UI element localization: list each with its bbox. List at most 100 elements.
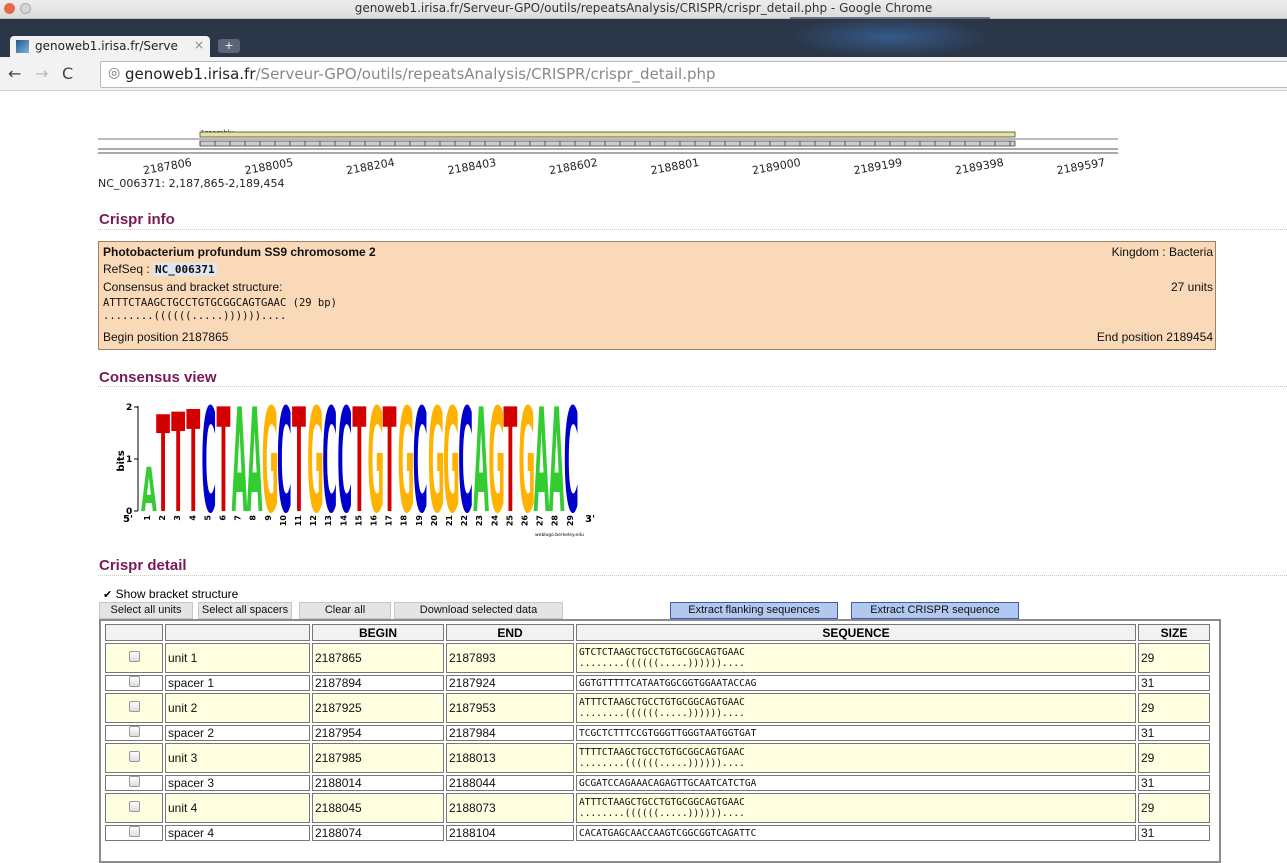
tab-strip: genoweb1.irisa.fr/Serve × + xyxy=(0,17,1287,57)
row-sequence: ATTTCTAAGCTGCCTGTGCGGCAGTGAAC xyxy=(579,797,745,808)
row-size: 29 xyxy=(1138,693,1210,723)
crispr-info-heading: Crispr info xyxy=(99,211,175,228)
refseq-link[interactable]: NC_006371 xyxy=(153,263,217,276)
tab-close-icon[interactable]: × xyxy=(194,38,204,52)
logo-position-label: 18 xyxy=(400,515,409,527)
row-sequence: GGTGTTTTTCATAATGGCGGTGGAATACCAG xyxy=(579,677,757,689)
logo-position-label: 11 xyxy=(294,515,303,527)
row-name: unit 1 xyxy=(165,643,310,673)
ruler-tick-group: 2187806 2188005 2188204 2188403 2188602 21888… xyxy=(142,156,1106,177)
clear-all-button[interactable]: Clear all xyxy=(299,602,391,619)
table-row[interactable]: unit 3 2187985 2188013 TTTTCTAAGCTGCCTGTGCG… xyxy=(105,743,1210,773)
logo-position-label: 29 xyxy=(566,515,575,527)
new-tab-button[interactable]: + xyxy=(218,39,240,53)
logo-position-label: 10 xyxy=(279,515,288,527)
select-all-spacers-button[interactable]: Select all spacers xyxy=(198,602,292,619)
logo-position-label: 7 xyxy=(234,515,243,521)
refseq-row: RefSeq : NC_006371 xyxy=(103,262,217,276)
kingdom-label: Kingdom : Bacteria xyxy=(1111,245,1213,259)
row-end: 2187893 xyxy=(446,643,574,673)
reload-icon[interactable]: C xyxy=(62,64,73,83)
crispr-detail-table: BEGIN END SEQUENCE SIZE unit 1 2187865 218… xyxy=(103,622,1212,843)
table-row[interactable]: spacer 4 2188074 2188104 CACATGAGCAACCAAGTC… xyxy=(105,825,1210,841)
table-row[interactable]: spacer 3 2188014 2188044 GCGATCCAGAAACAGAGT… xyxy=(105,775,1210,791)
ruler-tick-label: 2188602 xyxy=(548,156,599,177)
row-size: 31 xyxy=(1138,725,1210,741)
page-info-icon[interactable]: ◎ xyxy=(108,65,120,81)
row-checkbox[interactable] xyxy=(128,651,140,662)
row-bracket: ........((((((.....)))))).... xyxy=(579,808,745,819)
ruler-tick-label: 2189000 xyxy=(751,156,802,177)
plus-icon: + xyxy=(224,39,234,52)
header-end: END xyxy=(446,624,574,641)
tabstrip-decoration xyxy=(790,17,990,57)
row-bracket: ........((((((.....)))))).... xyxy=(579,658,745,669)
begin-position: Begin position 2187865 xyxy=(103,330,229,344)
row-name: unit 4 xyxy=(165,793,310,823)
header-begin: BEGIN xyxy=(312,624,444,641)
extract-crispr-button[interactable]: Extract CRISPR sequence xyxy=(851,602,1019,619)
header-select xyxy=(105,624,163,641)
consensus-view-heading: Consensus view xyxy=(99,369,217,386)
table-row[interactable]: spacer 2 2187954 2187984 TCGCTCTTTCCGTGGGTT… xyxy=(105,725,1210,741)
logo-position-label: 12 xyxy=(309,515,318,526)
select-all-units-button[interactable]: Select all units xyxy=(99,602,193,619)
logo-position-label: 27 xyxy=(536,515,545,526)
logo-position-label: 21 xyxy=(445,515,454,527)
crispr-info-box: Photobacterium profundum SS9 chromosome … xyxy=(98,241,1216,350)
logo-position-label: 19 xyxy=(415,515,424,527)
row-sequence-cell: GTCTCTAAGCTGCCTGTGCGGCAGTGAAC ........(((… xyxy=(576,643,1136,673)
back-icon[interactable]: ← xyxy=(8,64,21,83)
genome-ruler: Assembly 2187806218800521882042188403218… xyxy=(98,129,1118,190)
crispr-track-bar[interactable] xyxy=(199,140,1016,147)
logo-position-label: 3 xyxy=(173,515,182,521)
row-checkbox-cell xyxy=(105,725,163,741)
row-end: 2187984 xyxy=(446,725,574,741)
logo-position-label: 6 xyxy=(219,515,228,521)
ruler-tick-label: 2189199 xyxy=(853,156,904,177)
row-sequence-cell: ATTTCTAAGCTGCCTGTGCGGCAGTGAAC ........(((… xyxy=(576,693,1136,723)
row-begin: 2188014 xyxy=(312,775,444,791)
tab-active[interactable]: genoweb1.irisa.fr/Serve × xyxy=(10,36,210,57)
ruler-tick-label: 2188204 xyxy=(345,156,396,177)
row-checkbox[interactable] xyxy=(128,776,140,787)
table-row[interactable]: spacer 1 2187894 2187924 GGTGTTTTTCATAATGGC… xyxy=(105,675,1210,691)
row-checkbox[interactable] xyxy=(128,751,140,762)
logo-position-label: 28 xyxy=(551,515,560,527)
row-end: 2187953 xyxy=(446,693,574,723)
download-selected-button[interactable]: Download selected data xyxy=(394,602,563,619)
forward-icon[interactable]: → xyxy=(35,64,48,83)
header-name xyxy=(165,624,310,641)
table-row[interactable]: unit 2 2187925 2187953 ATTTCTAAGCTGCCTGTGCG… xyxy=(105,693,1210,723)
logo-position-label: 22 xyxy=(460,515,469,526)
row-begin: 2188074 xyxy=(312,825,444,841)
row-sequence-cell: GCGATCCAGAAACAGAGTTGCAATCATCTGA xyxy=(576,775,1136,791)
logo-position-label: 20 xyxy=(430,515,439,527)
row-begin: 2187925 xyxy=(312,693,444,723)
table-row[interactable]: unit 4 2188045 2188073 ATTTCTAAGCTGCCTGTGCG… xyxy=(105,793,1210,823)
extract-flanking-button[interactable]: Extract flanking sequences xyxy=(670,602,838,619)
divider xyxy=(98,229,1287,230)
row-checkbox[interactable] xyxy=(128,676,140,687)
row-checkbox[interactable] xyxy=(128,826,140,837)
assembly-bar[interactable] xyxy=(199,131,1016,138)
row-checkbox[interactable] xyxy=(128,801,140,812)
logo-letter-7: A xyxy=(232,398,248,546)
row-sequence: ATTTCTAAGCTGCCTGTGCGGCAGTGAAC xyxy=(579,697,745,708)
address-bar[interactable]: ◎ genoweb1.irisa.fr/Serveur-GPO/outils/r… xyxy=(100,61,1287,88)
logo-y-tick-label: 2 xyxy=(126,403,132,413)
row-checkbox[interactable] xyxy=(128,726,140,737)
logo-position-label: 8 xyxy=(249,515,258,521)
row-name: spacer 3 xyxy=(165,775,310,791)
ruler-tick-label: 2188403 xyxy=(447,156,498,177)
row-end: 2188104 xyxy=(446,825,574,841)
row-checkbox[interactable] xyxy=(128,701,140,712)
consensus-label: Consensus and bracket structure: xyxy=(103,280,283,294)
show-bracket-checkbox[interactable]: ✔ xyxy=(103,589,112,601)
row-size: 29 xyxy=(1138,643,1210,673)
row-begin: 2187985 xyxy=(312,743,444,773)
logo-y-tick-label: 1 xyxy=(126,455,132,465)
table-row[interactable]: unit 1 2187865 2187893 GTCTCTAAGCTGCCTGTGCG… xyxy=(105,643,1210,673)
row-sequence-cell: TTTTCTAAGCTGCCTGTGCGGCAGTGAAC ........(((… xyxy=(576,743,1136,773)
row-begin: 2187865 xyxy=(312,643,444,673)
